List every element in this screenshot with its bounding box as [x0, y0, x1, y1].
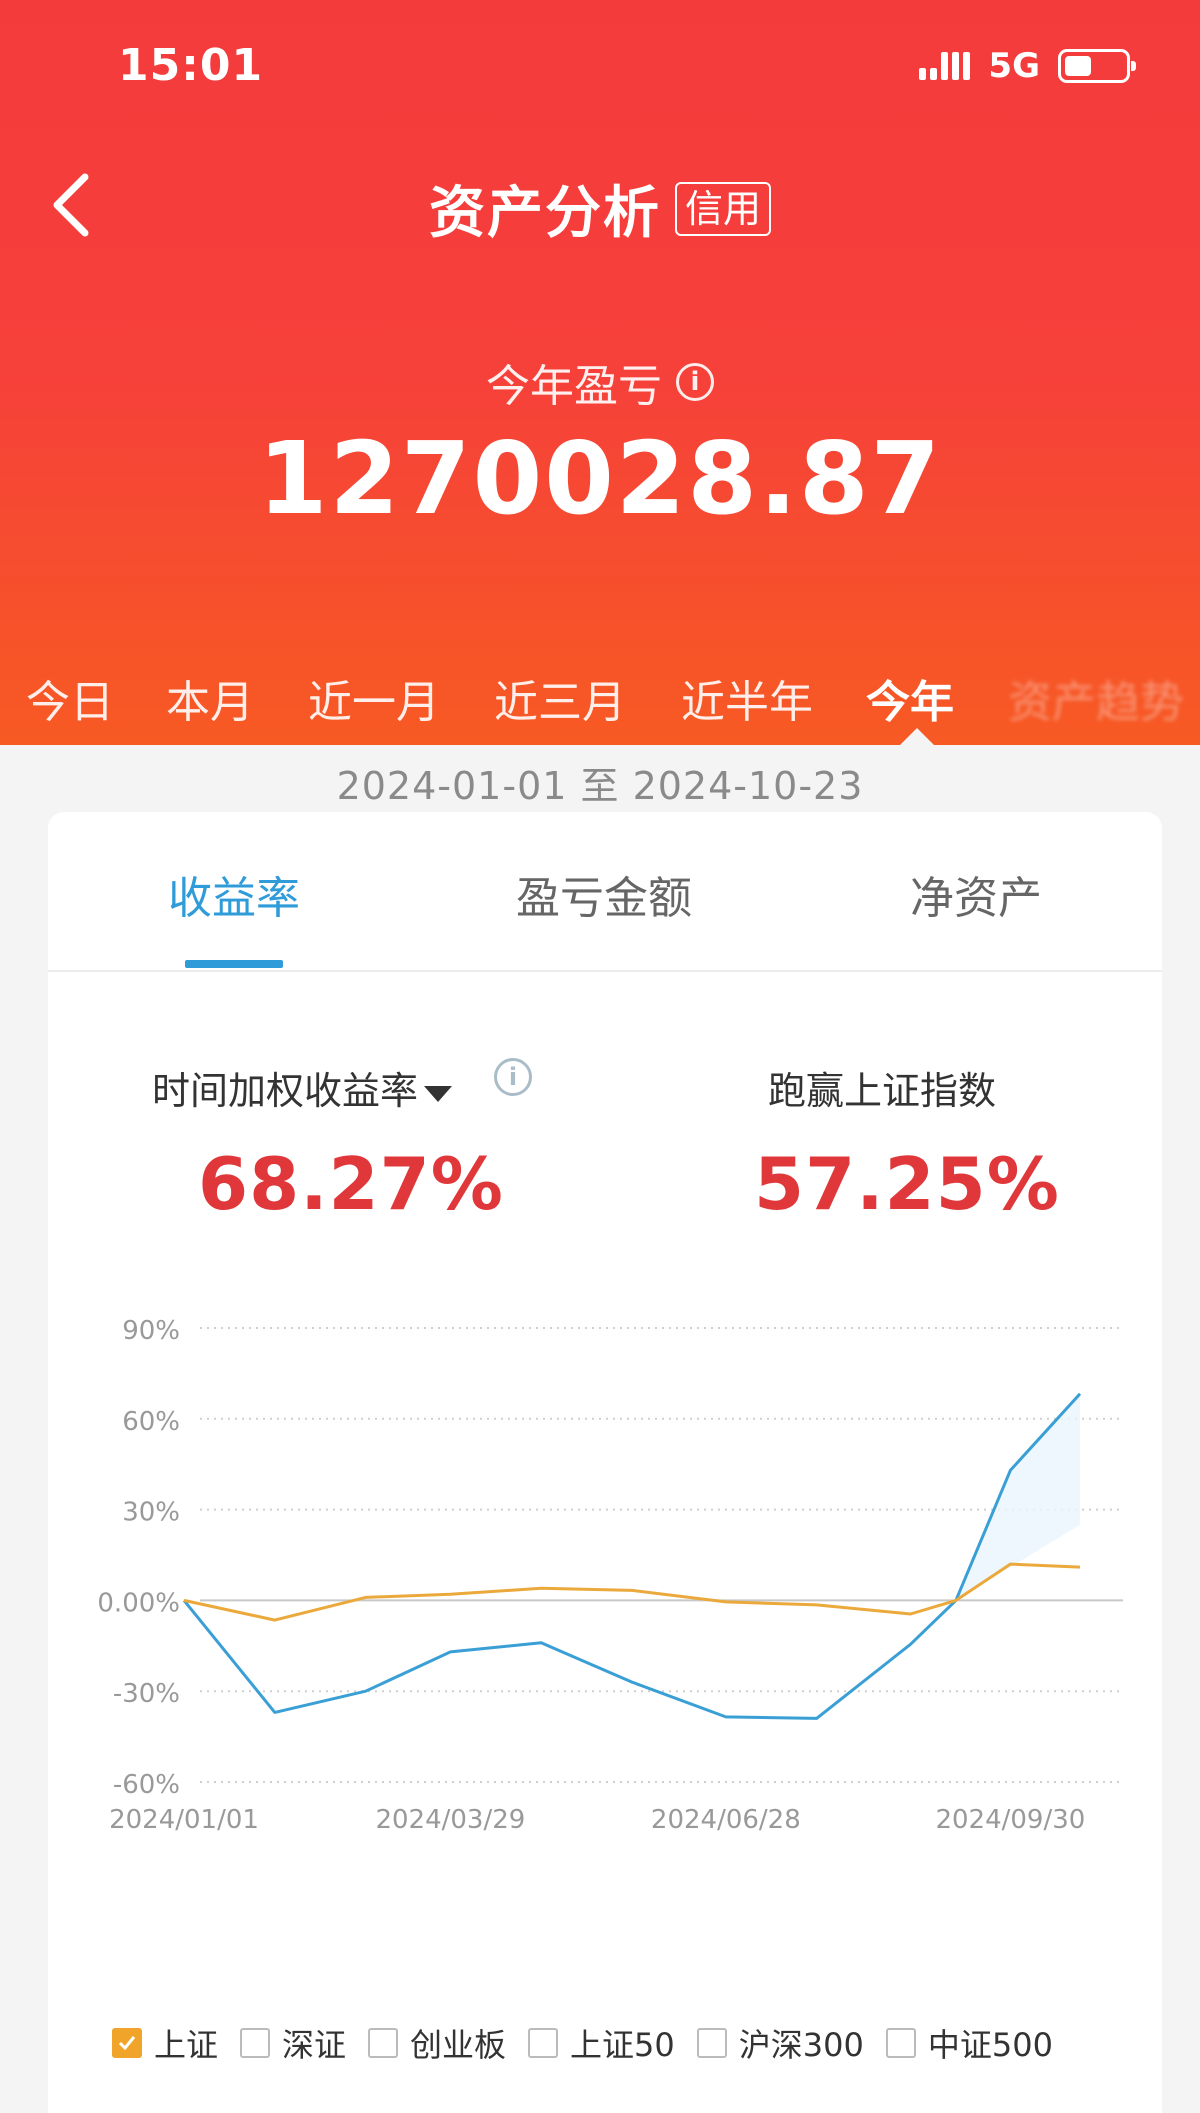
beat-index-label: 跑赢上证指数	[768, 1069, 997, 1113]
tab-return-rate[interactable]: 收益率	[168, 862, 300, 926]
legend-label: 上证50	[570, 2026, 675, 2064]
x-tick-label: 2024/06/28	[651, 1805, 801, 1832]
legend-label: 创业板	[410, 2026, 507, 2064]
legend-item-szse[interactable]: 深证	[240, 2020, 346, 2066]
checkbox-icon	[528, 2028, 559, 2058]
battery-icon	[1058, 49, 1136, 83]
x-tick-label: 2024/01/01	[109, 1805, 259, 1832]
legend-item-sse50[interactable]: 上证50	[528, 2020, 675, 2066]
tab-pl-amount[interactable]: 盈亏金额	[516, 862, 692, 926]
period-today[interactable]: 今日	[26, 666, 114, 730]
period-last-half-year[interactable]: 近半年	[681, 666, 813, 730]
x-tick-label: 2024/09/30	[935, 1805, 1085, 1832]
metric-tabs: 收益率 盈亏金额 净资产	[48, 812, 1162, 972]
caret-down-icon	[424, 1085, 453, 1102]
legend: 上证 深证 创业板 上证50 沪深300 中证500	[112, 2020, 1075, 2066]
pl-value: 1270028.87	[257, 420, 943, 537]
checkbox-icon	[368, 2028, 399, 2058]
weighted-return-dropdown[interactable]: 时间加权收益率	[152, 1060, 453, 1115]
active-tab-indicator	[185, 960, 283, 968]
signal-icon	[919, 52, 971, 80]
y-tick-label: -30%	[113, 1679, 180, 1709]
series-line-portfolio	[182, 1392, 1082, 1720]
y-tick-label: 60%	[122, 1407, 180, 1437]
network-type: 5G	[988, 46, 1040, 86]
legend-label: 深证	[282, 2026, 347, 2064]
legend-label: 上证	[154, 2026, 219, 2064]
header: 15:01 5G 资产分析 信用 今年盈亏 i 1270028.87 今日 本月…	[0, 0, 1200, 746]
checkbox-checked-icon	[112, 2028, 142, 2058]
status-time: 15:01	[118, 40, 264, 91]
pl-label: 今年盈亏	[486, 361, 662, 412]
legend-label: 沪深300	[738, 2026, 864, 2064]
status-bar-right: 5G	[919, 46, 1136, 86]
period-last-month[interactable]: 近一月	[308, 666, 440, 730]
legend-label: 中证500	[927, 2026, 1053, 2064]
tab-net-assets[interactable]: 净资产	[910, 862, 1042, 926]
nav-title-group: 资产分析 信用	[0, 168, 1200, 249]
weighted-return-value: 68.27%	[198, 1142, 504, 1226]
checkbox-icon	[885, 2028, 916, 2058]
weighted-return-label: 时间加权收益率	[152, 1069, 419, 1113]
pl-label-group: 今年盈亏 i	[0, 350, 1200, 414]
period-selector: 今日 本月 近一月 近三月 近半年 今年 资产趋势	[0, 660, 1200, 732]
area-fill	[955, 1393, 1080, 1601]
x-tick-label: 2024/03/29	[375, 1805, 525, 1832]
beat-index-value: 57.25%	[754, 1142, 1060, 1226]
return-chart: 90% 60% 30% 0.00% -30% -60% 2024/01/01 2024/03/…	[97, 1316, 1123, 1832]
analysis-card: 收益率 盈亏金额 净资产 时间加权收益率 i 68.27% 跑赢上证指数 57.…	[48, 812, 1162, 2113]
y-tick-label: 30%	[122, 1498, 180, 1528]
legend-item-csi300[interactable]: 沪深300	[696, 2020, 864, 2066]
y-tick-label: -60%	[113, 1770, 180, 1800]
legend-item-sse[interactable]: 上证	[112, 2020, 218, 2066]
page-title: 资产分析	[428, 181, 661, 246]
credit-badge: 信用	[674, 181, 771, 236]
y-tick-label: 90%	[122, 1316, 180, 1346]
y-tick-label: 0.00%	[97, 1588, 180, 1618]
checkbox-icon	[240, 2028, 271, 2058]
period-indicator	[899, 728, 935, 746]
checkbox-icon	[696, 2028, 727, 2058]
period-this-year[interactable]: 今年	[866, 666, 954, 730]
period-asset-trend[interactable]: 资产趋势	[1008, 666, 1184, 730]
info-icon[interactable]: i	[676, 363, 714, 401]
info-icon[interactable]: i	[494, 1058, 532, 1096]
legend-item-chinext[interactable]: 创业板	[368, 2020, 506, 2066]
period-this-month[interactable]: 本月	[166, 666, 254, 730]
legend-item-csi500[interactable]: 中证500	[885, 2020, 1053, 2066]
period-last-3-months[interactable]: 近三月	[494, 666, 626, 730]
date-range: 2024-01-01 至 2024-10-23	[336, 764, 864, 808]
